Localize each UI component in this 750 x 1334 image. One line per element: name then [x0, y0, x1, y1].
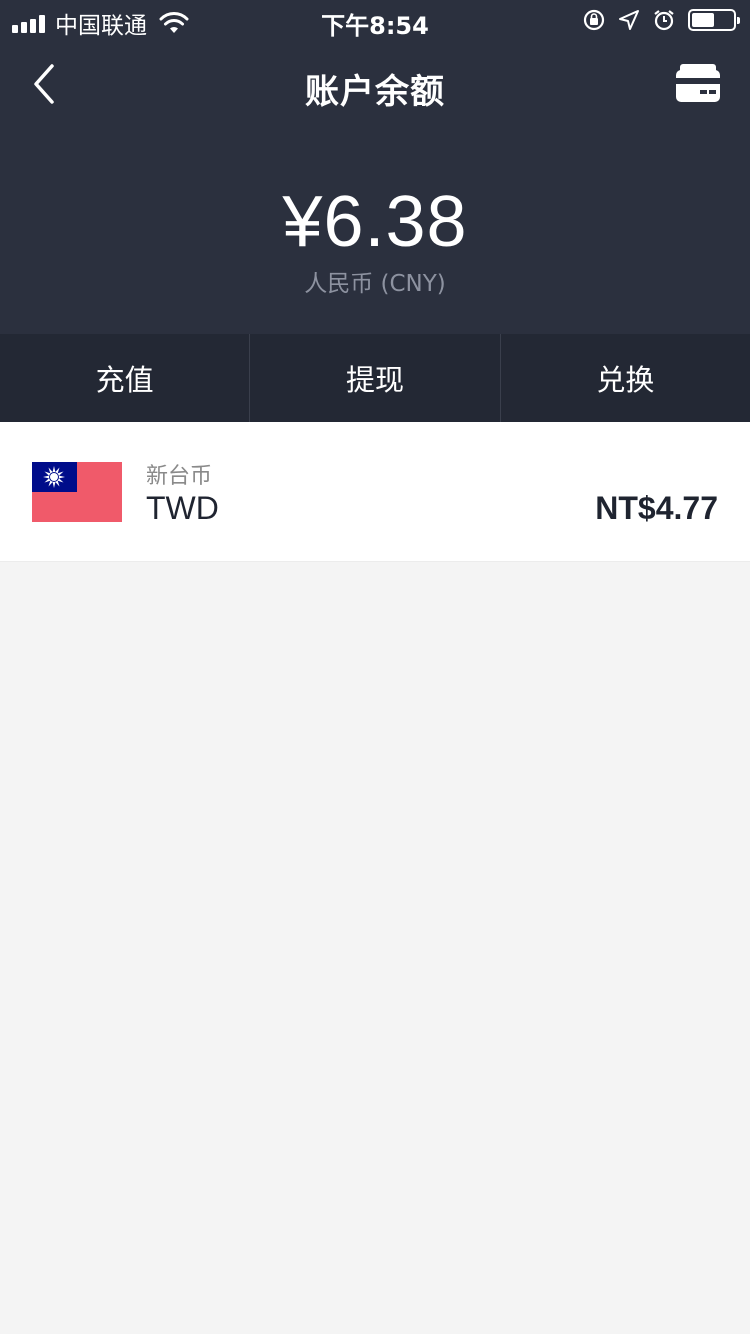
status-right: [582, 8, 740, 32]
taiwan-flag-icon: [32, 462, 122, 522]
status-bar: 中国联通 下午8:54: [0, 0, 750, 40]
page-title: 账户余额: [305, 72, 445, 112]
topup-button[interactable]: 充值: [0, 334, 251, 422]
nav-bar: 账户余额: [0, 40, 750, 128]
currency-amount: NT$4.77: [595, 490, 718, 526]
currency-code: TWD: [146, 490, 219, 526]
battery-icon: [688, 9, 740, 31]
currency-name: 新台币: [146, 464, 213, 489]
location-icon: [619, 10, 639, 30]
balance-currency: 人民币 (CNY): [304, 271, 446, 297]
header-panel: 中国联通 下午8:54 账户余额 ¥6.38 人民币 (CNY): [0, 0, 750, 334]
currency-list: 新台币 TWD NT$4.77: [0, 422, 750, 562]
withdraw-button[interactable]: 提现: [250, 334, 501, 422]
currency-row-twd[interactable]: 新台币 TWD NT$4.77: [0, 422, 750, 562]
rotation-lock-icon: [583, 9, 605, 31]
balance-amount: ¥6.38: [282, 182, 468, 262]
exchange-button[interactable]: 兑换: [501, 334, 750, 422]
card-icon[interactable]: [676, 62, 720, 102]
action-bar: 充值 提现 兑换: [0, 334, 750, 422]
alarm-icon: [654, 10, 674, 31]
